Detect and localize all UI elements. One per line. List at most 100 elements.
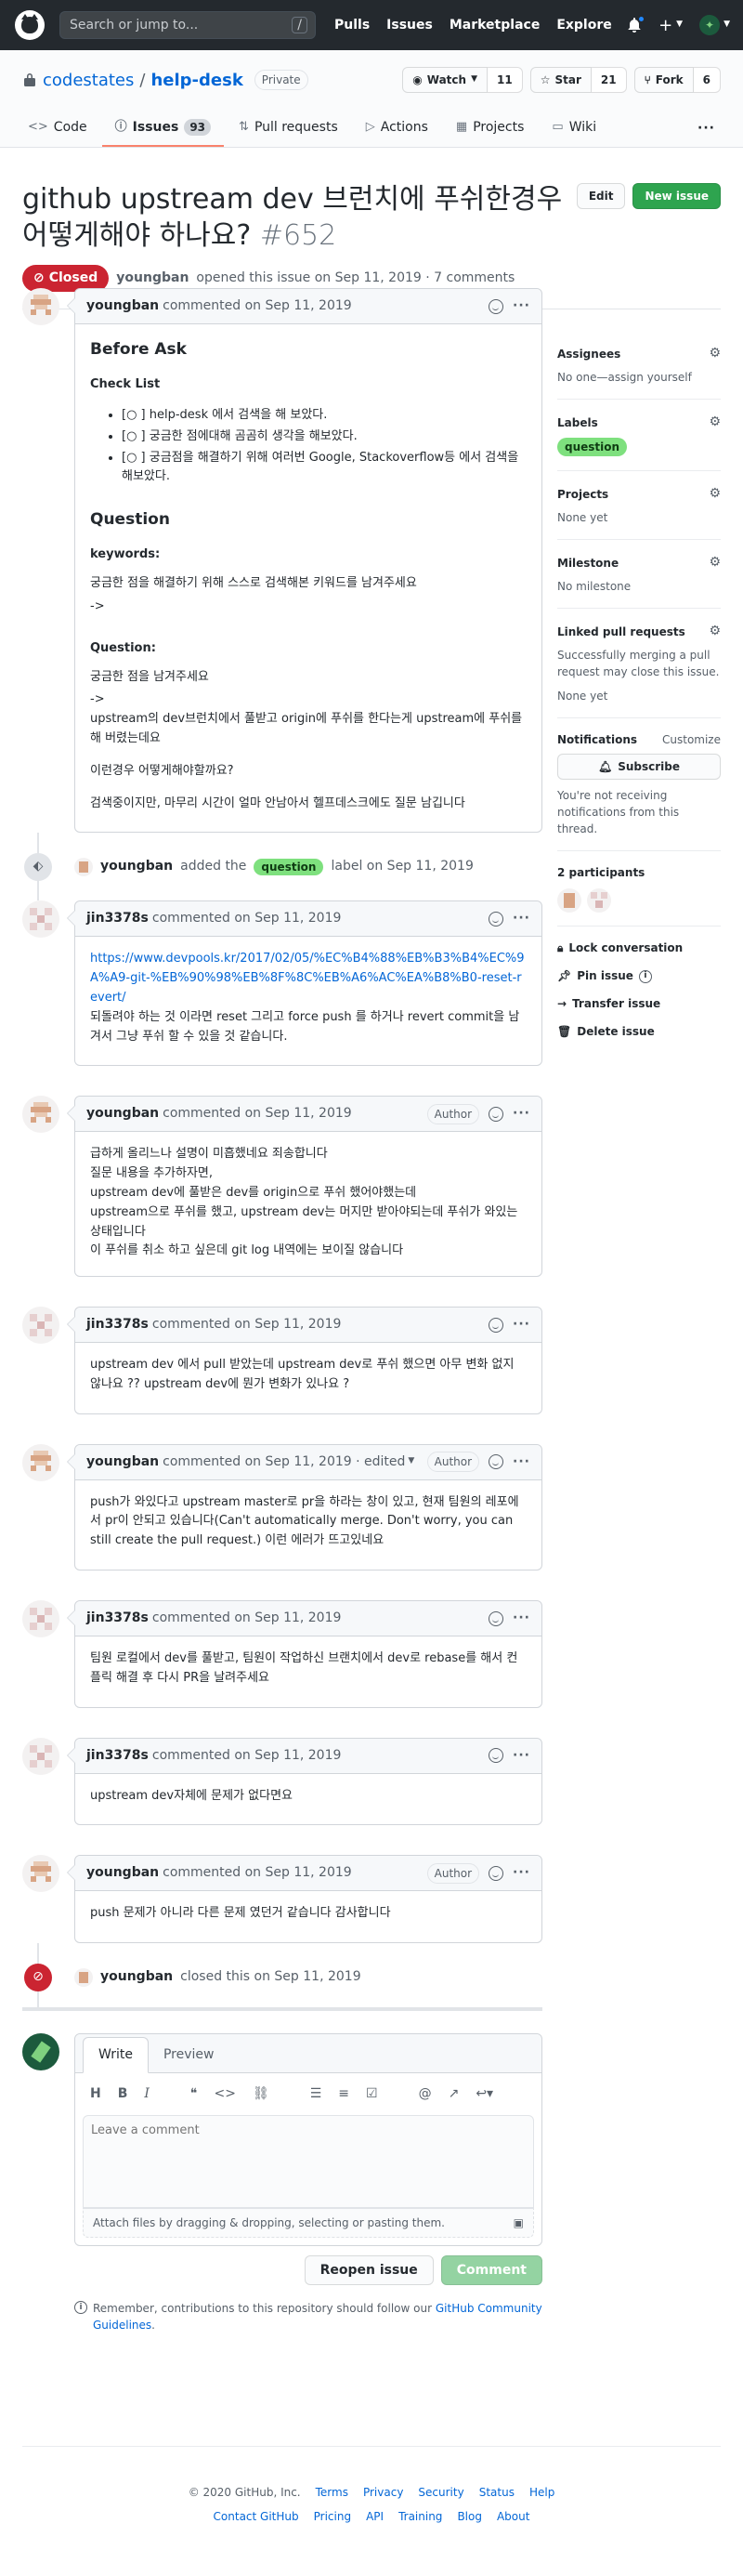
nav-marketplace[interactable]: Marketplace bbox=[450, 16, 540, 35]
tab-pull-requests[interactable]: ⇅ Pull requests bbox=[226, 110, 351, 147]
user-menu[interactable]: ✦ ▼ bbox=[699, 15, 730, 35]
github-logo-icon[interactable] bbox=[15, 10, 45, 40]
search-input[interactable]: Search or jump to... / bbox=[59, 11, 316, 39]
participant-avatar[interactable] bbox=[557, 888, 581, 913]
fork-button[interactable]: ⑂ Fork bbox=[633, 67, 694, 93]
footer-link-privacy[interactable]: Privacy bbox=[363, 2484, 403, 2501]
comment-timestamp-edited[interactable]: commented on Sep 11, 2019 · edited ▼ bbox=[163, 1452, 414, 1472]
comment-submit-button[interactable]: Comment bbox=[440, 2255, 542, 2286]
footer-link-blog[interactable]: Blog bbox=[457, 2508, 482, 2525]
repo-owner-link[interactable]: codestates bbox=[43, 68, 134, 93]
comment-timestamp[interactable]: commented on Sep 11, 2019 bbox=[163, 1863, 352, 1883]
star-count[interactable]: 21 bbox=[591, 67, 627, 93]
comment-menu-kebab-icon[interactable]: ··· bbox=[513, 909, 530, 928]
file-attach-bar[interactable]: Attach files by dragging & dropping, sel… bbox=[83, 2208, 534, 2239]
bulleted-list-icon[interactable]: ☰ bbox=[310, 2084, 322, 2104]
tab-write[interactable]: Write bbox=[83, 2037, 149, 2074]
comment-timestamp[interactable]: commented on Sep 11, 2019 bbox=[152, 1315, 342, 1334]
footer-link-terms[interactable]: Terms bbox=[316, 2484, 348, 2501]
gear-icon[interactable]: ⚙ bbox=[709, 622, 721, 641]
comment-author[interactable]: youngban bbox=[86, 1104, 159, 1124]
tab-actions[interactable]: ▷ Actions bbox=[353, 110, 441, 147]
add-reaction-icon[interactable] bbox=[489, 911, 504, 927]
notifications-bell-icon[interactable] bbox=[627, 15, 646, 33]
reopen-issue-button[interactable]: Reopen issue bbox=[304, 2255, 434, 2286]
tab-wiki[interactable]: ▭ Wiki bbox=[539, 110, 609, 147]
avatar[interactable] bbox=[22, 900, 59, 939]
comment-menu-kebab-icon[interactable]: ··· bbox=[513, 1609, 530, 1628]
tab-preview[interactable]: Preview bbox=[149, 2038, 229, 2072]
event-actor[interactable]: youngban bbox=[100, 1967, 173, 1987]
edit-title-button[interactable]: Edit bbox=[576, 183, 626, 209]
footer-link-contact[interactable]: Contact GitHub bbox=[214, 2508, 299, 2525]
add-reaction-icon[interactable] bbox=[489, 298, 504, 314]
gear-icon[interactable]: ⚙ bbox=[709, 344, 721, 363]
avatar[interactable] bbox=[74, 1967, 93, 1987]
link-icon[interactable]: ⛓ bbox=[253, 2084, 269, 2104]
mention-icon[interactable]: @ bbox=[419, 2084, 432, 2104]
star-button[interactable]: ☆ Star bbox=[529, 67, 592, 93]
gear-icon[interactable]: ⚙ bbox=[709, 484, 721, 504]
comment-menu-kebab-icon[interactable]: ··· bbox=[513, 1746, 530, 1766]
comment-author[interactable]: jin3378s bbox=[86, 1746, 149, 1766]
markdown-icon[interactable]: ▣ bbox=[514, 2215, 524, 2231]
comment-timestamp[interactable]: commented on Sep 11, 2019 bbox=[163, 296, 352, 316]
comment-timestamp[interactable]: commented on Sep 11, 2019 bbox=[152, 1746, 342, 1766]
comment-timestamp[interactable]: commented on Sep 11, 2019 bbox=[163, 1104, 352, 1124]
task-list-icon[interactable]: ☑ bbox=[366, 2084, 378, 2104]
quote-icon[interactable]: ❝ bbox=[190, 2084, 198, 2104]
comment-menu-kebab-icon[interactable]: ··· bbox=[513, 1452, 530, 1472]
avatar[interactable] bbox=[74, 857, 93, 876]
lock-conversation-button[interactable]: 🔒︎ Lock conversation bbox=[557, 940, 721, 956]
footer-link-status[interactable]: Status bbox=[479, 2484, 515, 2501]
footer-link-training[interactable]: Training bbox=[398, 2508, 442, 2525]
comment-author[interactable]: youngban bbox=[86, 1452, 159, 1472]
avatar[interactable] bbox=[22, 1307, 59, 1345]
bold-icon[interactable]: B bbox=[118, 2084, 128, 2104]
cross-reference-icon[interactable]: ↗ bbox=[449, 2084, 460, 2104]
watch-count[interactable]: 11 bbox=[488, 67, 523, 93]
avatar[interactable] bbox=[22, 1737, 59, 1775]
footer-link-security[interactable]: Security bbox=[418, 2484, 463, 2501]
pin-issue-button[interactable]: 📌︎ Pin issue i bbox=[557, 967, 721, 984]
tab-issues[interactable]: ⓘ Issues 93 bbox=[101, 110, 225, 147]
gear-icon[interactable]: ⚙ bbox=[709, 413, 721, 432]
add-reaction-icon[interactable] bbox=[489, 1865, 504, 1881]
event-actor[interactable]: youngban bbox=[100, 857, 173, 876]
nav-issues[interactable]: Issues bbox=[386, 16, 433, 35]
issue-author[interactable]: youngban bbox=[116, 269, 189, 288]
comment-author[interactable]: youngban bbox=[86, 296, 159, 316]
comment-menu-kebab-icon[interactable]: ··· bbox=[513, 1863, 530, 1883]
comment-menu-kebab-icon[interactable]: ··· bbox=[513, 1315, 530, 1334]
code-icon[interactable]: <> bbox=[214, 2084, 235, 2104]
comment-menu-kebab-icon[interactable]: ··· bbox=[513, 296, 530, 316]
comment-menu-kebab-icon[interactable]: ··· bbox=[513, 1104, 530, 1124]
heading-icon[interactable]: H bbox=[90, 2084, 101, 2104]
current-user-avatar[interactable] bbox=[22, 2033, 59, 2071]
customize-link[interactable]: Customize bbox=[662, 731, 721, 748]
comment-author[interactable]: jin3378s bbox=[86, 1315, 149, 1334]
gear-icon[interactable]: ⚙ bbox=[709, 553, 721, 572]
comment-timestamp[interactable]: commented on Sep 11, 2019 bbox=[152, 1609, 342, 1628]
repo-name-link[interactable]: help-desk bbox=[150, 68, 242, 93]
comment-timestamp[interactable]: commented on Sep 11, 2019 bbox=[152, 909, 342, 928]
avatar[interactable] bbox=[22, 288, 59, 325]
nav-explore[interactable]: Explore bbox=[556, 16, 611, 35]
create-new-menu[interactable]: + ▼ bbox=[658, 13, 683, 38]
italic-icon[interactable]: I bbox=[144, 2084, 150, 2104]
assignees-value[interactable]: No one—assign yourself bbox=[557, 369, 721, 386]
reference-link[interactable]: https://www.devpools.kr/2017/02/05/%EC%B… bbox=[90, 952, 525, 1005]
saved-reply-icon[interactable]: ↩▾ bbox=[476, 2084, 493, 2104]
participant-avatar[interactable] bbox=[587, 888, 611, 913]
nav-pulls[interactable]: Pulls bbox=[334, 16, 370, 35]
subscribe-button[interactable]: 🔔︎ Subscribe bbox=[557, 754, 721, 780]
add-reaction-icon[interactable] bbox=[489, 1610, 504, 1626]
comment-author[interactable]: jin3378s bbox=[86, 1609, 149, 1628]
new-issue-button[interactable]: New issue bbox=[632, 183, 721, 209]
footer-link-api[interactable]: API bbox=[366, 2508, 384, 2525]
footer-link-help[interactable]: Help bbox=[529, 2484, 554, 2501]
transfer-issue-button[interactable]: → Transfer issue bbox=[557, 995, 721, 1012]
more-tabs-kebab-icon[interactable]: ··· bbox=[684, 110, 728, 147]
avatar[interactable] bbox=[22, 1096, 59, 1134]
avatar[interactable] bbox=[22, 1600, 59, 1638]
